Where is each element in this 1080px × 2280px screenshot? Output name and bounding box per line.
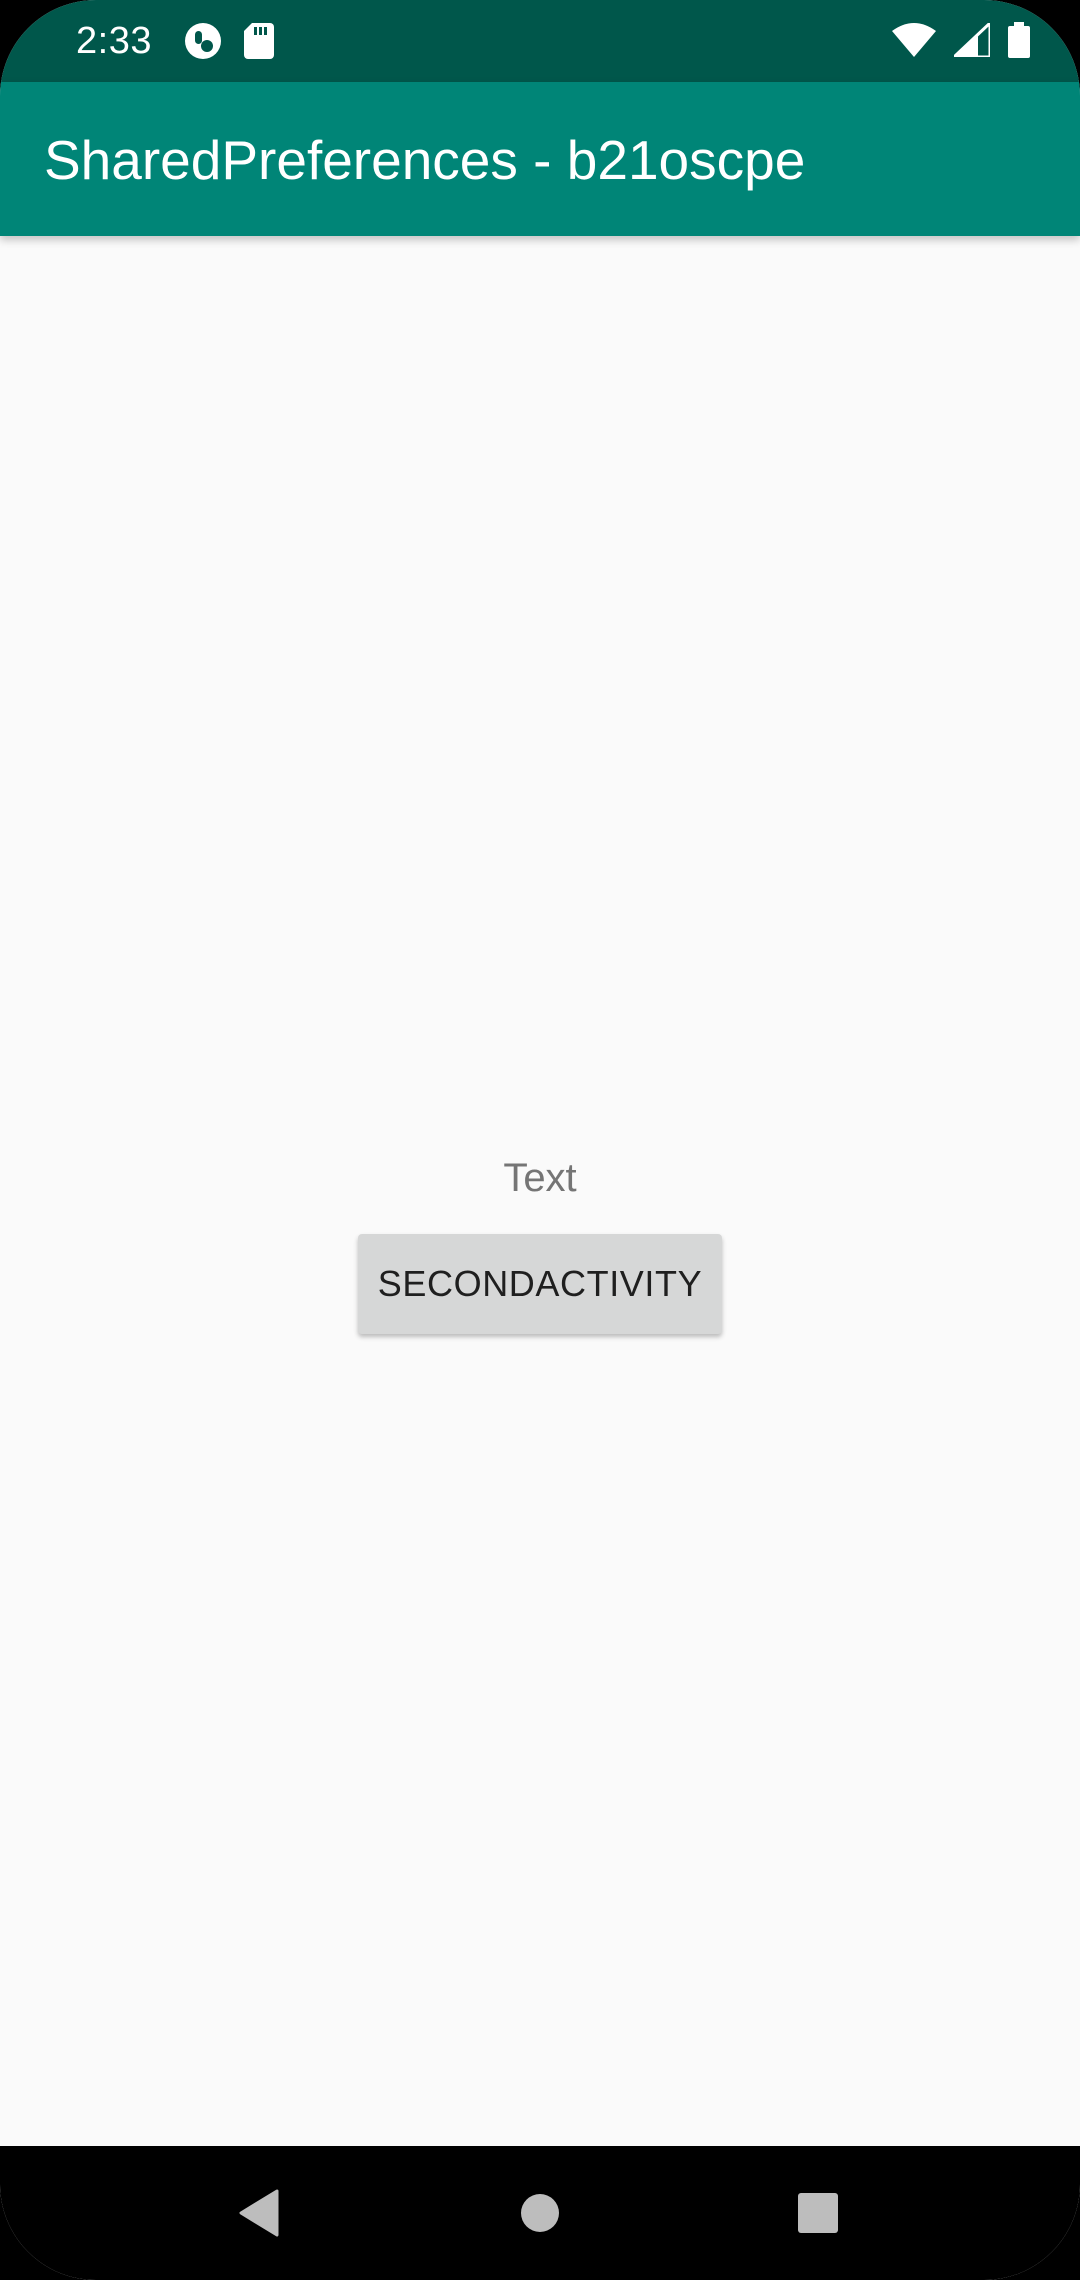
wifi-icon — [892, 23, 936, 57]
status-bar: 2:33 — [0, 0, 1080, 82]
text-label: Text — [503, 1156, 577, 1200]
status-left-icons — [184, 22, 274, 60]
home-button[interactable] — [473, 2146, 607, 2280]
cell-signal-icon — [954, 23, 990, 57]
navigation-bar — [0, 2146, 1080, 2280]
sd-card-icon — [244, 23, 274, 59]
battery-icon — [1008, 22, 1030, 58]
status-time: 2:33 — [76, 20, 152, 62]
back-icon — [239, 2189, 279, 2237]
screen: 2:33 SharedPreferences - b21oscpe Text S… — [0, 0, 1080, 2280]
recents-button[interactable] — [751, 2146, 885, 2280]
second-activity-button[interactable]: SECONDACTIVITY — [358, 1234, 722, 1334]
home-icon — [521, 2194, 559, 2232]
app-title: SharedPreferences - b21oscpe — [44, 129, 806, 191]
back-button[interactable] — [192, 2146, 326, 2280]
status-right-icons — [892, 22, 1030, 58]
recents-icon — [798, 2193, 838, 2233]
sync-icon — [184, 22, 222, 60]
app-bar: SharedPreferences - b21oscpe — [0, 82, 1080, 236]
